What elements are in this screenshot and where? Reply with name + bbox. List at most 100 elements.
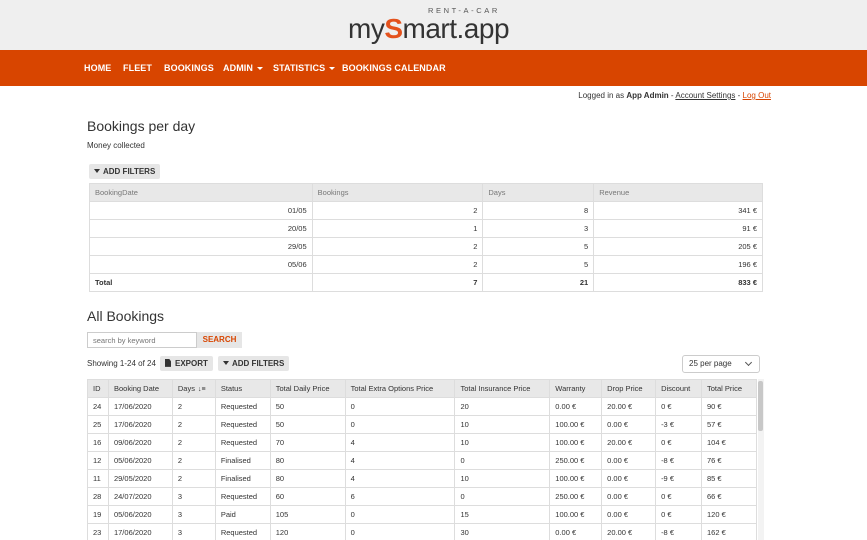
column-header[interactable]: Revenue	[593, 183, 763, 202]
table-cell: Requested	[214, 523, 271, 540]
logout-link[interactable]: Log Out	[743, 91, 771, 100]
all-bookings-table: ID Booking Date Days ↓≡ Status Total Dail…	[87, 379, 757, 540]
add-filters-button[interactable]: ADD FILTERS	[89, 164, 161, 179]
table-cell: 0.00 €	[601, 505, 657, 524]
table-cell: 105	[269, 505, 346, 524]
table-cell: 0.00 €	[549, 397, 603, 416]
table-cell: 70	[269, 433, 346, 452]
caret-down-icon	[257, 67, 263, 71]
table-row[interactable]: 28 24/07/2020 3 Requested 60 6 0 250.00 €0.00 €…	[87, 487, 757, 506]
table-cell: -9 €	[655, 469, 702, 488]
all-bookings-body: 24 17/06/2020 2 Requested 50 0 20 0.00 €20.00 €…	[87, 397, 757, 540]
table-cell: 17/06/2020	[107, 523, 173, 540]
table-row: 05/06 2 5 196 €	[89, 255, 763, 274]
add-filters-button[interactable]: ADD FILTERS	[218, 356, 290, 371]
table-cell: 24/07/2020	[107, 487, 173, 506]
search-input[interactable]	[87, 332, 197, 348]
nav-bookings-calendar[interactable]: BOOKINGS CALENDAR	[342, 63, 446, 73]
table-cell: 100.00 €	[549, 505, 603, 524]
column-header[interactable]: Total Insurance Price	[454, 379, 551, 398]
results-count: Showing 1-24 of 24	[87, 359, 156, 368]
table-cell: 3	[482, 219, 595, 238]
column-header[interactable]: Total Price	[701, 379, 757, 398]
table-cell: -8 €	[655, 523, 702, 540]
file-icon	[165, 358, 171, 367]
table-cell: 0.00 €	[549, 523, 603, 540]
table-scrollbar-thumb[interactable]	[758, 381, 763, 431]
table-row[interactable]: 25 17/06/2020 2 Requested 50 0 10 100.00 €0.00 …	[87, 415, 757, 434]
table-cell: 19	[87, 505, 109, 524]
table-cell: 12	[87, 451, 109, 470]
export-button[interactable]: EXPORT	[160, 356, 213, 371]
table-cell: 0 €	[655, 397, 702, 416]
nav-fleet[interactable]: FLEET	[123, 63, 152, 73]
column-header[interactable]: Total Daily Price	[269, 379, 346, 398]
session-info: Logged in as App Admin - Account Setting…	[578, 91, 771, 100]
column-header[interactable]: Status	[214, 379, 271, 398]
table-cell: 2	[171, 451, 216, 470]
column-header[interactable]: Discount	[655, 379, 702, 398]
table-row[interactable]: 23 17/06/2020 3 Requested 120 0 30 0.00 €20.00 …	[87, 523, 757, 540]
search-button[interactable]: SEARCH	[197, 332, 242, 348]
per-page-value: 25 per page	[689, 359, 732, 368]
column-header[interactable]: Days	[482, 183, 595, 202]
per-page-select[interactable]: 25 per page	[682, 355, 760, 373]
nav-bookings[interactable]: BOOKINGS	[164, 63, 214, 73]
table-cell: 20.00 €	[601, 523, 657, 540]
table-cell: 250.00 €	[549, 451, 603, 470]
account-settings-link[interactable]: Account Settings	[675, 91, 735, 100]
column-header[interactable]: Bookings	[311, 183, 484, 202]
nav-statistics[interactable]: STATISTICS	[273, 63, 336, 73]
bookings-per-day-title: Bookings per day	[87, 118, 196, 134]
table-cell: 05/06/2020	[107, 451, 173, 470]
table-cell: 100.00 €	[549, 469, 603, 488]
column-header[interactable]: Warranty	[549, 379, 603, 398]
nav-admin-label: ADMIN	[223, 63, 253, 73]
table-cell: 4	[344, 469, 456, 488]
table-cell: 57 €	[701, 415, 757, 434]
logo-wordmark: mySmart.app	[348, 13, 510, 45]
total-revenue: 833 €	[593, 273, 763, 292]
column-header[interactable]: Drop Price	[601, 379, 657, 398]
table-row[interactable]: 12 05/06/2020 2 Finalised 80 4 0 250.00 €0.00 €…	[87, 451, 757, 470]
column-header[interactable]: BookingDate	[89, 183, 313, 202]
column-header-label: Days	[177, 384, 195, 393]
table-cell: 196 €	[593, 255, 763, 274]
table-cell: 3	[171, 487, 216, 506]
column-header[interactable]: Booking Date	[107, 379, 173, 398]
table-row[interactable]: 19 05/06/2020 3 Paid 105 0 15 100.00 €0.00 €0 €…	[87, 505, 757, 524]
nav-admin[interactable]: ADMIN	[223, 63, 263, 73]
table-row: 29/05 2 5 205 €	[89, 237, 763, 256]
table-cell: 09/06/2020	[107, 433, 173, 452]
table-cell: 2	[311, 237, 484, 256]
table-cell: 91 €	[593, 219, 763, 238]
add-filters-label: ADD FILTERS	[103, 167, 156, 176]
table-cell: 0	[344, 397, 456, 416]
table-row[interactable]: 24 17/06/2020 2 Requested 50 0 20 0.00 €20.00 €…	[87, 397, 757, 416]
table-cell: 5	[482, 237, 595, 256]
table-cell: 10	[454, 469, 551, 488]
nav-statistics-label: STATISTICS	[273, 63, 326, 73]
table-cell: 0	[454, 487, 551, 506]
logo-part-mart: mart.app	[402, 13, 510, 44]
table-cell: 05/06	[89, 255, 313, 274]
column-header-days[interactable]: Days ↓≡	[171, 379, 216, 398]
table-cell: 2	[311, 255, 484, 274]
logo-part-my: my	[348, 13, 385, 44]
table-total-row: Total 7 21 833 €	[89, 273, 763, 292]
table-cell: 0 €	[655, 505, 702, 524]
table-cell: 2	[171, 415, 216, 434]
table-cell: 120 €	[701, 505, 757, 524]
brand-logo[interactable]: RENT-A-CAR mySmart.app	[348, 6, 510, 46]
table-cell: 76 €	[701, 451, 757, 470]
table-row[interactable]: 16 09/06/2020 2 Requested 70 4 10 100.00 €20.00…	[87, 433, 757, 452]
column-header[interactable]: Total Extra Options Price	[344, 379, 456, 398]
nav-home[interactable]: HOME	[84, 63, 111, 73]
table-cell: 50	[269, 415, 346, 434]
table-cell: 0.00 €	[601, 469, 657, 488]
table-cell: 10	[454, 433, 551, 452]
table-cell: Requested	[214, 487, 271, 506]
column-header[interactable]: ID	[87, 379, 109, 398]
session-username: App Admin	[626, 91, 669, 100]
table-row[interactable]: 11 29/05/2020 2 Finalised 80 4 10 100.00 €0.00 …	[87, 469, 757, 488]
